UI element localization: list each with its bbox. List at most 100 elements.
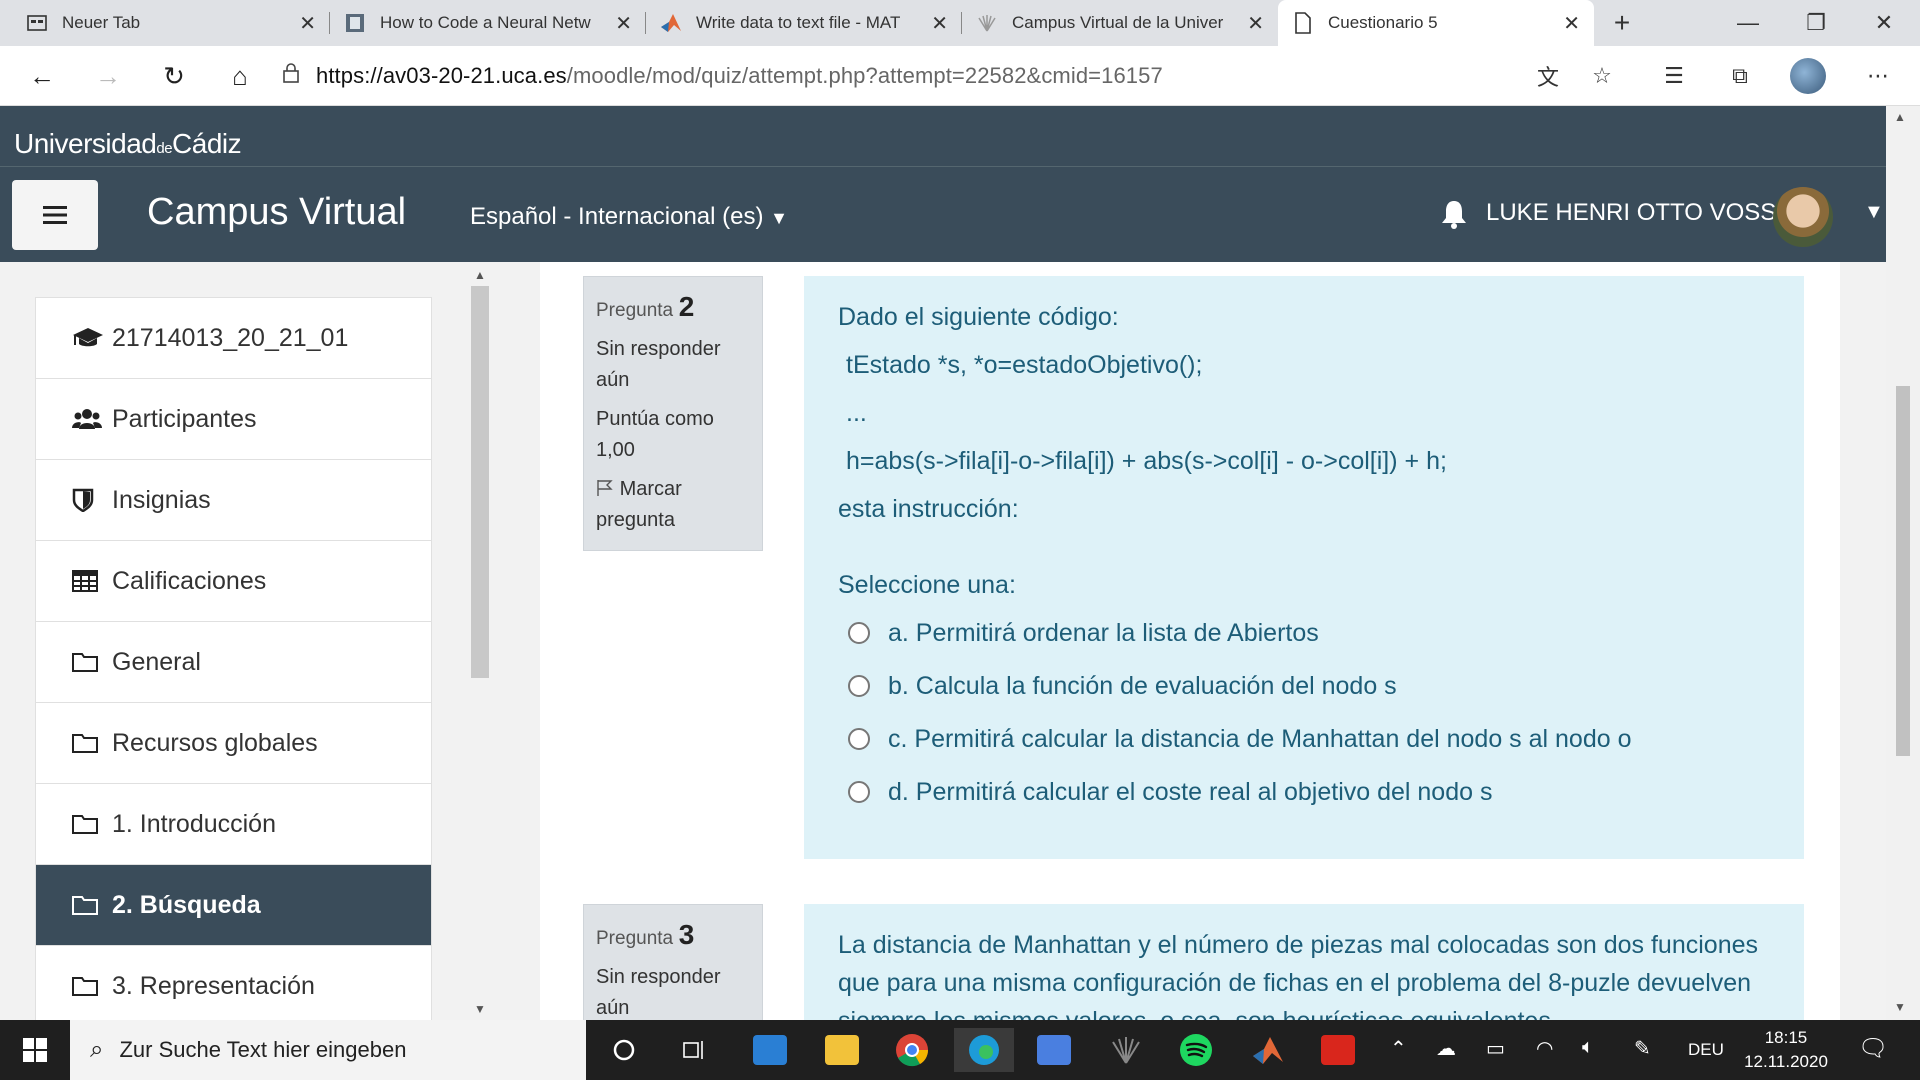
page-area: 21714013_20_21_01 Participantes Insignia… <box>0 262 1886 1020</box>
answer-option[interactable]: b. Calcula la función de evaluación del … <box>838 659 1770 712</box>
favorite-star-icon[interactable]: ☆ <box>1580 54 1624 98</box>
chevron-down-icon[interactable]: ▼ <box>1864 201 1884 224</box>
nav-item-label: 21714013_20_21_01 <box>112 323 349 352</box>
back-arrow-icon[interactable]: ← <box>20 54 64 98</box>
tab-close-icon[interactable]: ✕ <box>615 11 632 36</box>
shield-icon <box>72 488 112 512</box>
page-scrollbar[interactable]: ▲ ▼ <box>1886 106 1920 1020</box>
edge-icon[interactable] <box>954 1028 1014 1072</box>
scroll-up-icon[interactable]: ▲ <box>474 268 486 282</box>
browser-tab[interactable]: Campus Virtual de la Univer ✕ <box>962 0 1278 46</box>
browser-profile-avatar[interactable] <box>1790 58 1826 94</box>
university-banner: UniversidaddeCádiz <box>0 106 1920 166</box>
menu-toggle-button[interactable] <box>12 180 98 250</box>
home-icon[interactable]: ⌂ <box>218 54 262 98</box>
tab-close-icon[interactable]: ✕ <box>1563 11 1580 36</box>
logo-part: de <box>156 140 173 157</box>
nav-item-label: General <box>112 647 201 676</box>
notification-bell-icon[interactable] <box>1440 199 1470 231</box>
uca-app-icon[interactable] <box>1096 1028 1156 1072</box>
tab-label: Neuer Tab <box>62 13 141 32</box>
tray-expand-icon[interactable]: ⌃ <box>1390 1036 1407 1061</box>
wifi-icon[interactable]: ◠ <box>1536 1036 1553 1061</box>
keyboard-language[interactable]: DEU <box>1688 1040 1724 1060</box>
battery-icon[interactable]: ▭ <box>1486 1036 1505 1061</box>
cortana-icon[interactable] <box>594 1028 654 1072</box>
translate-icon[interactable]: 文 <box>1526 54 1570 98</box>
answer-option[interactable]: a. Permitirá ordenar la lista de Abierto… <box>838 606 1770 659</box>
scroll-up-icon[interactable]: ▲ <box>1894 110 1906 124</box>
nav-item-section[interactable]: Recursos globales <box>35 702 432 783</box>
answer-label: d. Permitirá calcular el coste real al o… <box>888 777 1493 806</box>
answer-option[interactable]: d. Permitirá calcular el coste real al o… <box>838 765 1770 818</box>
answer-option[interactable]: c. Permitirá calcular la distancia de Ma… <box>838 712 1770 765</box>
radio-button[interactable] <box>848 621 870 644</box>
nav-item-section[interactable]: General <box>35 621 432 702</box>
radio-button[interactable] <box>848 674 870 697</box>
users-icon <box>72 407 112 431</box>
code-ellipsis: ... <box>846 399 867 427</box>
nav-item-label: 3. Representación <box>112 971 315 1000</box>
task-view-icon[interactable] <box>664 1028 724 1072</box>
more-menu-icon[interactable]: ⋯ <box>1856 54 1900 98</box>
address-bar[interactable]: https://av03-20-21.uca.es/moodle/mod/qui… <box>282 56 1620 96</box>
tab-close-icon[interactable]: ✕ <box>931 11 948 36</box>
browser-tab[interactable]: How to Code a Neural Netw ✕ <box>330 0 646 46</box>
browser-tab-active[interactable]: Cuestionario 5 ✕ <box>1278 0 1594 46</box>
file-explorer-icon[interactable] <box>812 1028 872 1072</box>
radio-button[interactable] <box>848 727 870 750</box>
acrobat-icon[interactable] <box>1308 1028 1368 1072</box>
volume-icon[interactable]: 🔈︎ <box>1582 1036 1594 1059</box>
minimize-button[interactable]: — <box>1714 0 1782 46</box>
scrollbar-thumb[interactable] <box>1896 386 1910 756</box>
start-button[interactable] <box>0 1020 70 1080</box>
taskbar-search[interactable]: ⌕ Zur Suche Text hier eingeben <box>70 1020 586 1080</box>
browser-tab[interactable]: Write data to text file - MAT ✕ <box>646 0 962 46</box>
close-window-button[interactable]: ✕ <box>1850 0 1918 46</box>
nav-item-section-active[interactable]: 2. Búsqueda <box>35 864 432 945</box>
nav-item-course[interactable]: 21714013_20_21_01 <box>35 297 432 378</box>
flag-question-link[interactable]: Marcar pregunta <box>596 474 750 536</box>
drawer-scrollbar[interactable]: ▲ ▼ <box>468 262 492 1020</box>
tab-close-icon[interactable]: ✕ <box>299 11 316 36</box>
collections-icon[interactable]: ⧉ <box>1718 54 1762 98</box>
pen-icon[interactable]: ✎ <box>1634 1036 1651 1061</box>
browser-tab[interactable]: Neuer Tab ✕ <box>12 0 330 46</box>
restore-button[interactable]: ❐ <box>1782 0 1850 46</box>
forward-arrow-icon[interactable]: → <box>86 54 130 98</box>
new-tab-button[interactable]: + <box>1604 0 1640 46</box>
spotify-icon[interactable] <box>1166 1028 1226 1072</box>
onedrive-icon[interactable]: ☁ <box>1436 1036 1456 1061</box>
language-label: Español - Internacional (es) <box>470 203 764 230</box>
user-name[interactable]: LUKE HENRI OTTO VOSS <box>1486 199 1776 227</box>
nav-item-badges[interactable]: Insignias <box>35 459 432 540</box>
radio-button[interactable] <box>848 780 870 803</box>
refresh-icon[interactable]: ↻ <box>152 54 196 98</box>
site-name[interactable]: Campus Virtual <box>147 191 406 234</box>
mail-icon[interactable] <box>740 1028 800 1072</box>
folder-icon <box>72 651 112 673</box>
answer-label: c. Permitirá calcular la distancia de Ma… <box>888 724 1632 753</box>
translate-app-icon[interactable] <box>1024 1028 1084 1072</box>
tab-label: How to Code a Neural Netw <box>380 13 591 32</box>
system-clock[interactable]: 18:15 12.11.2020 <box>1736 1026 1836 1074</box>
tab-close-icon[interactable]: ✕ <box>1247 11 1264 36</box>
favorites-list-icon[interactable]: ☰ <box>1652 54 1696 98</box>
scroll-down-icon[interactable]: ▼ <box>1894 1000 1906 1014</box>
matlab-app-icon[interactable] <box>1238 1028 1298 1072</box>
university-logo[interactable]: UniversidaddeCádiz <box>14 128 242 160</box>
language-menu[interactable]: Español - Internacional (es) ▼ <box>470 203 788 231</box>
nav-item-grades[interactable]: Calificaciones <box>35 540 432 621</box>
logo-part: Cádiz <box>172 128 242 159</box>
nav-item-participants[interactable]: Participantes <box>35 378 432 459</box>
uca-icon <box>976 12 998 34</box>
user-avatar[interactable] <box>1773 187 1833 247</box>
nav-item-section[interactable]: 3. Representación <box>35 945 432 1020</box>
scrollbar-thumb[interactable] <box>471 286 489 678</box>
flag-icon <box>597 480 613 496</box>
chrome-icon[interactable] <box>882 1028 942 1072</box>
notification-center-icon[interactable]: 🗨︎ <box>1858 1034 1888 1063</box>
tab-label: Cuestionario 5 <box>1328 13 1438 32</box>
scroll-down-icon[interactable]: ▼ <box>474 1002 486 1016</box>
nav-item-section[interactable]: 1. Introducción <box>35 783 432 864</box>
